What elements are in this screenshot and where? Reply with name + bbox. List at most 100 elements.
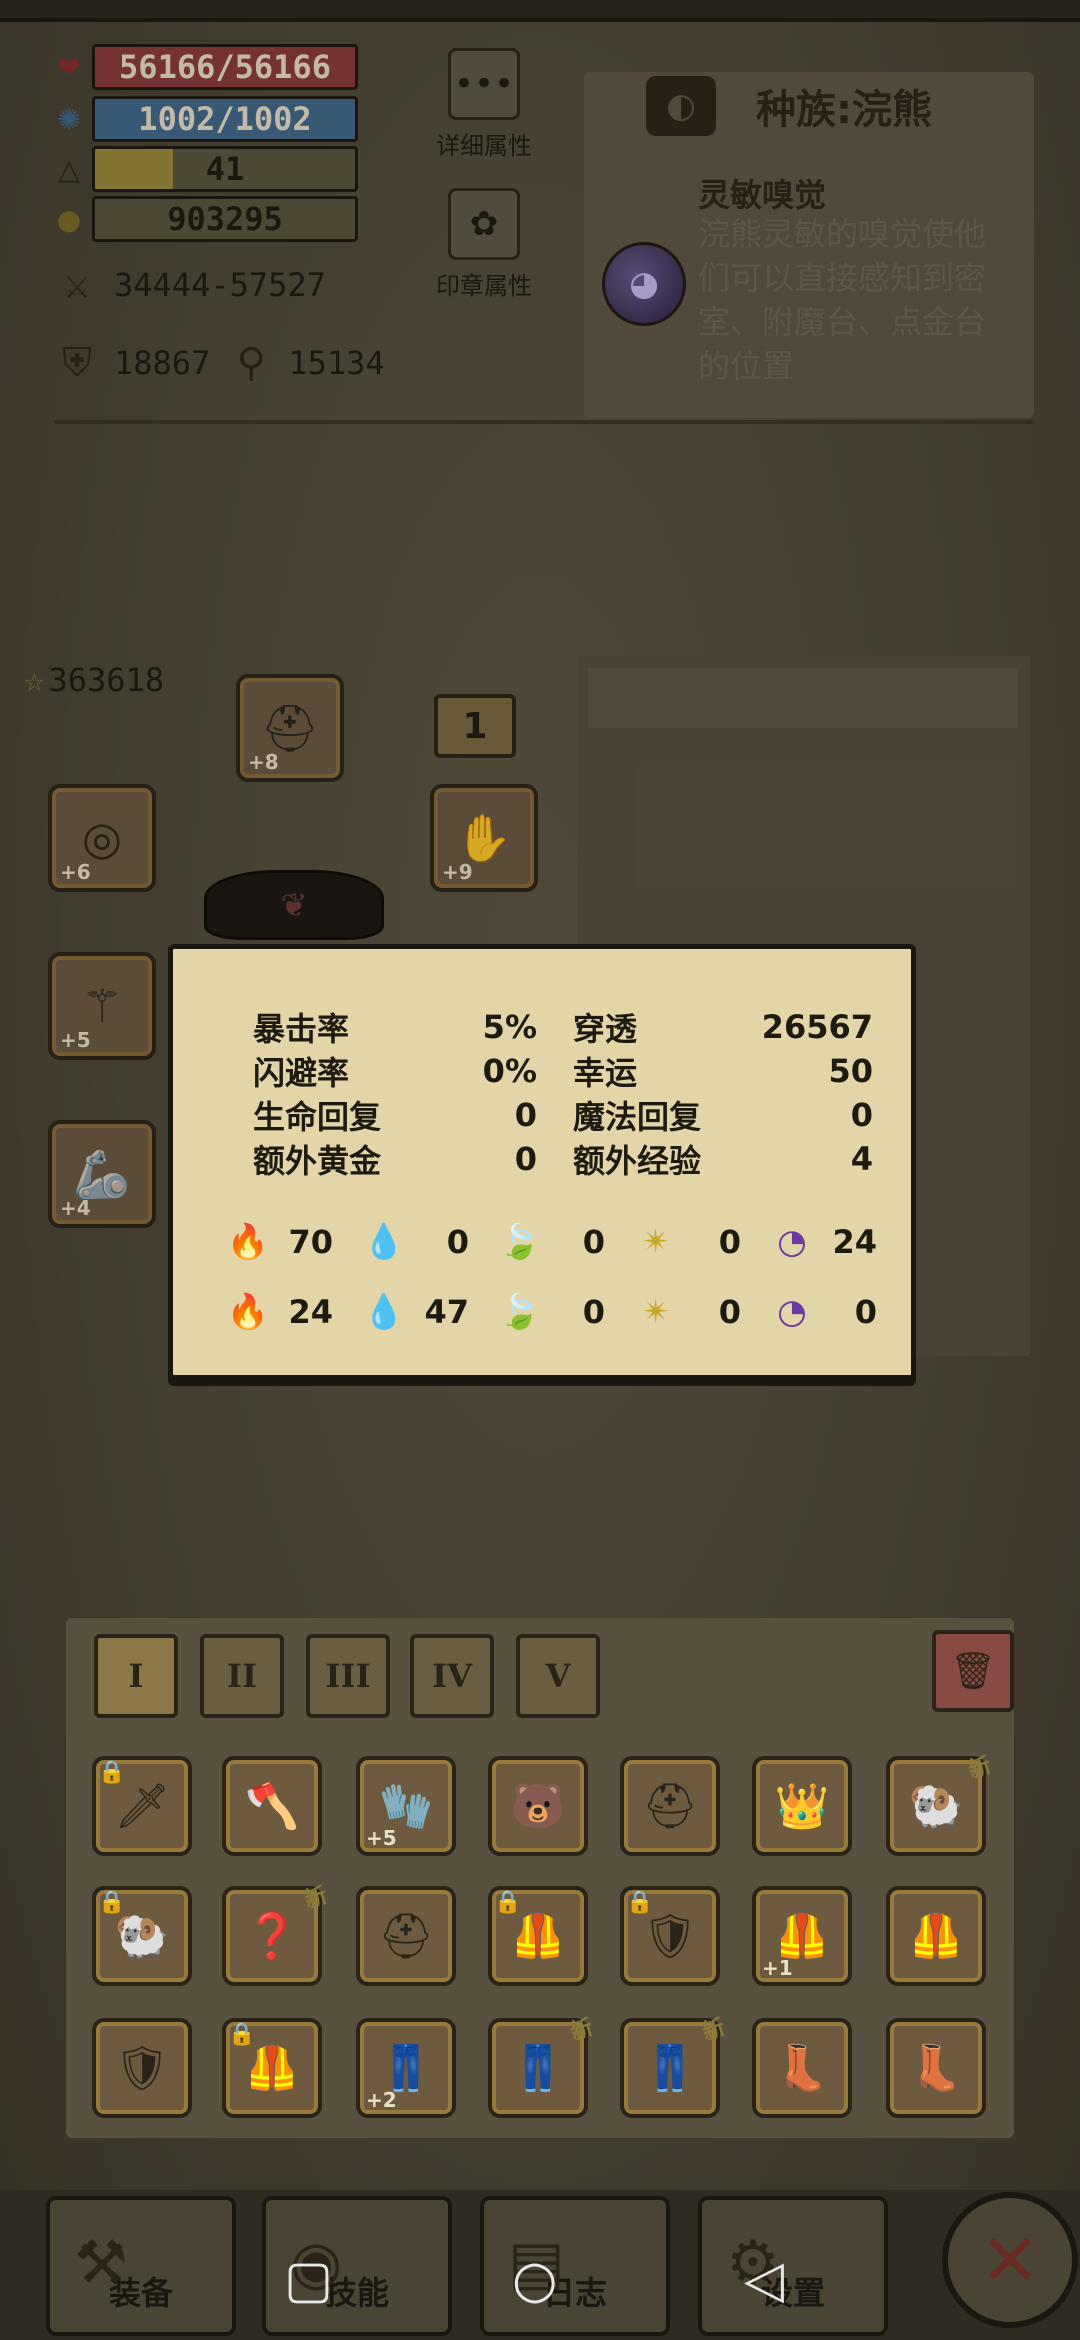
staff-slot[interactable]: ⚚ +5 — [48, 952, 156, 1060]
ring-slot[interactable]: ◎ +6 — [48, 784, 156, 892]
nature-attack-icon: 🍃 — [498, 1222, 542, 1262]
inventory-item[interactable]: 🦺 +1 — [752, 1886, 852, 1986]
close-icon: ✕ — [979, 2218, 1041, 2302]
inventory-item[interactable]: 🦺 🔒 — [488, 1886, 588, 1986]
inventory-item[interactable]: 👑 — [752, 1756, 852, 1856]
mana-icon: ✺ — [57, 102, 81, 136]
lock-icon: 🔒 — [98, 1760, 126, 1785]
inventory-item[interactable]: ❓ 新 — [222, 1883, 330, 1986]
raccoon-mask-icon: ◐ — [646, 76, 716, 136]
inventory-item[interactable]: 👖 新 — [488, 2015, 596, 2118]
inventory-item[interactable]: 👖 新 — [620, 2015, 728, 2118]
nav-equipment[interactable]: ⚒ 装备 — [46, 2196, 236, 2336]
element-value: 0 — [582, 1293, 605, 1331]
water-attack-icon: 💧 — [362, 1222, 406, 1262]
gold-bar: 903295 — [92, 196, 358, 242]
home-icon[interactable]: ○ — [512, 2250, 557, 2310]
steel-leggings-icon: 👖 — [642, 2043, 698, 2094]
boots-icon: 👢 — [774, 2043, 830, 2094]
gauntlet-icon: 🧤 — [378, 1781, 434, 1832]
defense-value: 18867 — [114, 344, 211, 382]
element-value: 0 — [582, 1223, 605, 1261]
inventory-item[interactable]: 👢 — [752, 2018, 852, 2118]
element-stat: ✴ 0 — [633, 1219, 769, 1265]
equipment-score: ☆ 363618 — [24, 660, 164, 700]
gloves-slot[interactable]: ✋ +9 — [430, 784, 538, 892]
leather-armor-icon: 🦺 — [510, 1911, 566, 1962]
inventory-item[interactable]: 🛡 🔒 — [620, 1886, 720, 1986]
enhance-level: +2 — [366, 2088, 397, 2112]
inventory-item[interactable]: 🐏 🔒 — [92, 1886, 192, 1986]
inventory-item[interactable]: 🦺 🔒 — [222, 2018, 322, 2118]
inventory-item[interactable]: ⛑ — [620, 1756, 720, 1856]
raccoon-avatar-icon: ◕ — [602, 242, 686, 326]
inventory-item[interactable]: 🗡 🔒 — [92, 1756, 192, 1856]
mp-bar: 1002/1002 — [92, 96, 358, 142]
helmet-slot[interactable]: ⛑ +8 — [236, 674, 344, 782]
plate-armor-icon: 🛡 — [114, 2043, 170, 2094]
race-skill-name: 灵敏嗅觉 — [698, 176, 827, 214]
inventory-item[interactable]: 👖 +2 — [356, 2018, 456, 2118]
nav-settings[interactable]: ⚙ 设置 — [698, 2196, 888, 2336]
lock-icon: 🔒 — [98, 1890, 126, 1915]
attr-value: 50 — [828, 1052, 873, 1090]
tab-1[interactable]: I — [94, 1634, 178, 1718]
top-frame — [0, 0, 1080, 22]
back-icon[interactable]: ◁ — [744, 2250, 784, 2310]
inventory-item[interactable]: 🛡 — [92, 2018, 192, 2118]
attr-label: 幸运 — [573, 1054, 638, 1092]
attr-value: 0 — [514, 1096, 537, 1134]
attr-label: 生命回复 — [253, 1098, 382, 1136]
magic-defense-value: 15134 — [288, 344, 385, 382]
inventory-item[interactable]: 🪓 — [222, 1756, 322, 1856]
detail-attributes-button[interactable]: ••• 详细属性 — [434, 48, 534, 161]
enhance-level: +1 — [762, 1956, 793, 1980]
inventory-item[interactable]: ⛑ — [356, 1886, 456, 1986]
tab-3[interactable]: III — [306, 1634, 390, 1718]
attr-value: 0 — [514, 1140, 537, 1178]
tab-4[interactable]: IV — [410, 1634, 494, 1718]
inventory-item[interactable]: 👢 — [886, 2018, 986, 2118]
element-value: 0 — [718, 1223, 741, 1261]
recent-apps-icon[interactable]: ▢ — [284, 2250, 333, 2310]
chest-armor-icon: 🦺 — [908, 1911, 964, 1962]
trash-button[interactable]: 🗑 — [932, 1630, 1014, 1712]
light-attack-icon: ✴ — [641, 1222, 671, 1262]
attr-value: 4 — [850, 1140, 873, 1178]
attr-label: 额外黄金 — [253, 1142, 382, 1180]
ring-plus: +6 — [60, 860, 91, 884]
attr-value: 5% — [482, 1008, 537, 1046]
bracer-slot[interactable]: 🦾 +4 — [48, 1120, 156, 1228]
inventory-item[interactable]: 🐻 — [488, 1756, 588, 1856]
resist-elements-row: 🔥 24 💧 47 🍃 0 ✴ 0 ◔ 0 — [225, 1289, 905, 1335]
bracer-plus: +4 — [60, 1196, 91, 1220]
nav-log[interactable]: ▤ 日志 — [480, 2196, 670, 2336]
helmet-plus: +8 — [248, 750, 279, 774]
dark-resist-icon: ◔ — [777, 1292, 807, 1332]
knight-helmet-icon: ⛑ — [378, 1911, 434, 1962]
race-title-row: ◐ 种族:浣熊 — [646, 76, 932, 136]
flower-seal-icon: ✿ — [448, 188, 520, 260]
inventory-item[interactable]: 🐏 新 — [886, 1753, 994, 1856]
element-value: 47 — [424, 1293, 469, 1331]
axe-icon: 🪓 — [244, 1781, 300, 1832]
fur-boots-icon: 👢 — [908, 2043, 964, 2094]
tab-5[interactable]: V — [516, 1634, 600, 1718]
steel-leggings-icon: 👖 — [510, 2043, 566, 2094]
element-stat: ✴ 0 — [633, 1289, 769, 1335]
fire-resist-icon: 🔥 — [226, 1292, 270, 1332]
element-stat: 🍃 0 — [497, 1289, 633, 1335]
seal-attributes-button[interactable]: ✿ 印章属性 — [434, 188, 534, 301]
inventory-item[interactable]: 🦺 — [886, 1886, 986, 1986]
inventory-item[interactable]: 🧤 +5 — [356, 1756, 456, 1856]
level-badge: 1 — [434, 694, 516, 758]
attr-label: 额外经验 — [573, 1142, 702, 1180]
race-skill-desc: 浣熊灵敏的嗅觉使他们可以直接感知到密室、附魔台、点金台的位置 — [698, 215, 987, 385]
tab-2[interactable]: II — [200, 1634, 284, 1718]
element-stat: 💧 47 — [361, 1289, 497, 1335]
attr-label: 暴击率 — [253, 1010, 350, 1048]
element-value: 24 — [288, 1293, 333, 1331]
staff-plus: +5 — [60, 1028, 91, 1052]
close-button[interactable]: ✕ — [942, 2192, 1078, 2328]
element-stat: 🔥 70 — [225, 1219, 361, 1265]
